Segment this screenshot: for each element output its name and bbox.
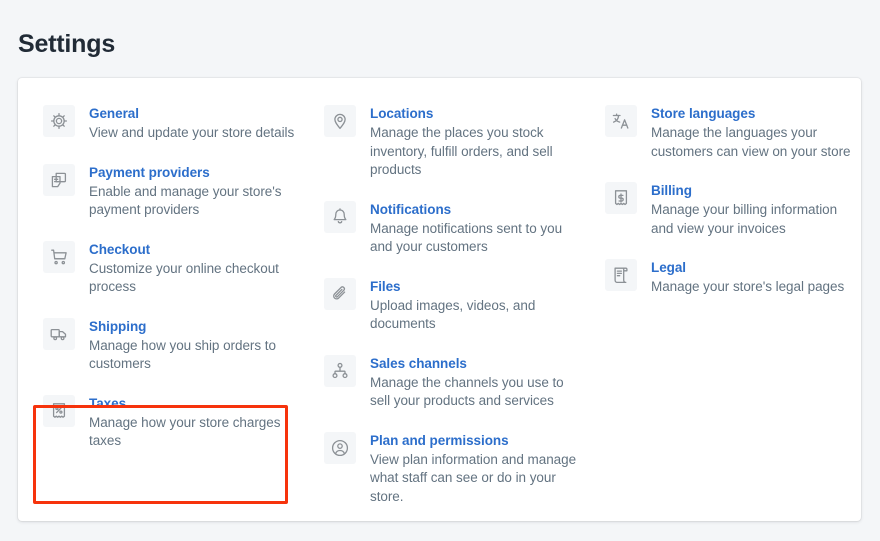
settings-item-sales-channels[interactable]: Sales channels Manage the channels you u…	[309, 344, 590, 421]
translate-icon	[605, 105, 637, 137]
settings-item-description: Manage notifications sent to you and you…	[370, 220, 563, 255]
gear-icon	[43, 105, 75, 137]
settings-item-title[interactable]: Notifications	[370, 200, 578, 219]
settings-item-title[interactable]: Plan and permissions	[370, 431, 578, 450]
settings-item-plan-and-permissions[interactable]: Plan and permissions View plan informati…	[309, 421, 590, 517]
settings-item-title[interactable]: Files	[370, 277, 578, 296]
payment-providers-icon	[43, 163, 75, 196]
settings-item-title[interactable]: Store languages	[651, 104, 859, 123]
settings-item-text: Locations Manage the places you stock in…	[370, 104, 578, 180]
settings-item-title[interactable]: Checkout	[89, 240, 297, 259]
settings-item-description: Manage how you ship orders to customers	[89, 337, 276, 372]
settings-item-legal[interactable]: Legal Manage your store's legal pages	[590, 248, 861, 307]
billing-receipt-icon	[605, 182, 637, 214]
settings-item-text: Files Upload images, videos, and documen…	[370, 277, 578, 334]
settings-item-title[interactable]: Sales channels	[370, 354, 578, 373]
settings-grid: General View and update your store detai…	[18, 78, 861, 521]
settings-item-text: Legal Manage your store's legal pages	[651, 258, 859, 297]
settings-item-locations[interactable]: Locations Manage the places you stock in…	[309, 94, 590, 190]
shopping-cart-icon	[43, 240, 75, 273]
settings-item-description: Customize your online checkout process	[89, 260, 279, 295]
settings-column-2: Locations Manage the places you stock in…	[309, 94, 590, 516]
settings-item-title[interactable]: Payment providers	[89, 163, 297, 182]
settings-item-taxes[interactable]: Taxes Manage how your store charges taxe…	[28, 384, 309, 461]
settings-item-text: Notifications Manage notifications sent …	[370, 200, 578, 257]
settings-page: Settings General View and update your st…	[0, 0, 880, 541]
settings-column-1: General View and update your store detai…	[28, 94, 309, 461]
settings-card: General View and update your store detai…	[18, 78, 861, 521]
settings-item-text: Store languages Manage the languages you…	[651, 104, 859, 161]
settings-item-files[interactable]: Files Upload images, videos, and documen…	[309, 267, 590, 344]
settings-item-description: Manage how your store charges taxes	[89, 414, 281, 449]
settings-item-general[interactable]: General View and update your store detai…	[28, 94, 309, 153]
settings-item-text: Plan and permissions View plan informati…	[370, 431, 578, 507]
settings-item-store-languages[interactable]: Store languages Manage the languages you…	[590, 94, 861, 171]
settings-item-description: Manage your billing information and view…	[651, 202, 838, 236]
settings-item-billing[interactable]: Billing Manage your billing information …	[590, 171, 861, 248]
legal-scroll-icon	[605, 259, 637, 291]
settings-item-checkout[interactable]: Checkout Customize your online checkout …	[28, 230, 309, 307]
settings-item-title[interactable]: General	[89, 104, 297, 123]
tax-receipt-icon	[43, 394, 75, 427]
settings-item-notifications[interactable]: Notifications Manage notifications sent …	[309, 190, 590, 267]
settings-item-description: Enable and manage your store's payment p…	[89, 183, 282, 218]
settings-item-description: View and update your store details	[89, 125, 295, 140]
sales-channels-icon	[324, 354, 356, 387]
settings-item-text: Payment providers Enable and manage your…	[89, 163, 297, 220]
settings-item-title[interactable]: Shipping	[89, 317, 297, 336]
settings-item-description: Manage the places you stock inventory, f…	[370, 125, 553, 177]
settings-item-title[interactable]: Locations	[370, 104, 578, 123]
settings-item-description: Upload images, videos, and documents	[370, 297, 536, 332]
settings-column-3: Store languages Manage the languages you…	[590, 94, 861, 307]
settings-item-description: View plan information and manage what st…	[370, 451, 577, 504]
location-pin-icon	[324, 105, 356, 137]
settings-item-text: Billing Manage your billing information …	[651, 181, 859, 238]
profile-circle-icon	[324, 431, 356, 464]
settings-item-text: Checkout Customize your online checkout …	[89, 240, 297, 297]
settings-item-title[interactable]: Billing	[651, 181, 859, 200]
settings-item-description: Manage the languages your customers can …	[651, 125, 851, 159]
settings-item-description: Manage the channels you use to sell your…	[370, 374, 564, 409]
paperclip-icon	[324, 277, 356, 310]
settings-item-title[interactable]: Legal	[651, 258, 859, 277]
settings-item-description: Manage your store's legal pages	[651, 279, 845, 294]
delivery-truck-icon	[43, 317, 75, 350]
settings-item-text: Shipping Manage how you ship orders to c…	[89, 317, 297, 374]
settings-item-text: Taxes Manage how your store charges taxe…	[89, 394, 297, 451]
settings-item-payment-providers[interactable]: Payment providers Enable and manage your…	[28, 153, 309, 230]
settings-item-shipping[interactable]: Shipping Manage how you ship orders to c…	[28, 307, 309, 384]
bell-icon	[324, 200, 356, 233]
settings-item-title[interactable]: Taxes	[89, 394, 297, 413]
page-title: Settings	[18, 29, 116, 58]
settings-item-text: Sales channels Manage the channels you u…	[370, 354, 578, 411]
settings-item-text: General View and update your store detai…	[89, 104, 297, 143]
